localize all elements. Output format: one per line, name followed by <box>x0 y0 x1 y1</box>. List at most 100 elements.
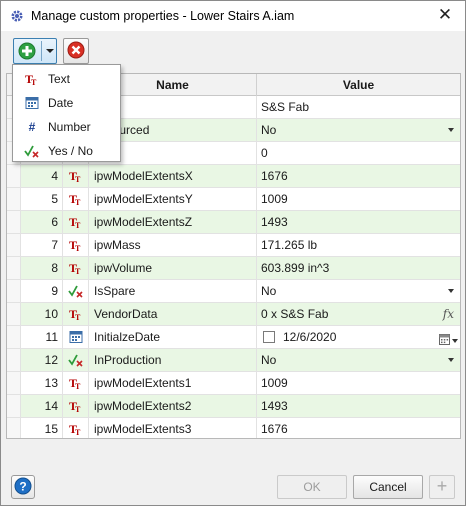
property-name[interactable]: VendorData <box>89 303 257 325</box>
property-name[interactable]: ipwModelExtents1 <box>89 372 257 394</box>
row-selector[interactable] <box>7 303 21 325</box>
cancel-button[interactable]: Cancel <box>353 475 423 499</box>
row-number: 11 <box>21 326 63 348</box>
property-name[interactable]: ipwModelExtents2 <box>89 395 257 417</box>
property-name[interactable]: InProduction <box>89 349 257 371</box>
menu-item-label: Number <box>48 120 91 134</box>
property-name[interactable]: ipwModelExtentsX <box>89 165 257 187</box>
row-selector[interactable] <box>7 280 21 302</box>
property-name[interactable]: ipwMass <box>89 234 257 256</box>
table-row[interactable]: 8 T TipwVolume 603.899 in^3 <box>7 257 460 280</box>
split-divider <box>41 41 42 61</box>
table-row[interactable]: 6 T TipwModelExtentsZ 1493 <box>7 211 460 234</box>
row-selector[interactable] <box>7 165 21 187</box>
table-row[interactable]: 9 IsSpare No <box>7 280 460 303</box>
table-row[interactable]: 7 T TipwMass 171.265 lb <box>7 234 460 257</box>
property-value-cell[interactable]: 1493 <box>257 395 460 417</box>
add-property-button[interactable] <box>13 38 57 64</box>
dialog-window: Manage custom properties - Lower Stairs … <box>0 0 466 506</box>
row-selector[interactable] <box>7 326 21 348</box>
property-value-cell[interactable]: 1009 <box>257 188 460 210</box>
property-value-cell[interactable]: 1676 <box>257 418 460 438</box>
delete-red-circle-icon <box>67 41 85 62</box>
svg-text:T: T <box>31 78 37 86</box>
menu-item-text[interactable]: TT Text <box>14 67 119 91</box>
number-type-icon: # <box>28 120 36 134</box>
chevron-down-icon[interactable] <box>448 358 454 362</box>
property-name[interactable]: ipwModelExtents3 <box>89 418 257 438</box>
chevron-down-icon[interactable] <box>46 49 54 53</box>
property-value: No <box>261 284 277 298</box>
date-enable-checkbox[interactable] <box>263 331 275 343</box>
property-value: No <box>261 353 277 367</box>
menu-item-date[interactable]: Date <box>14 91 119 115</box>
property-value-cell[interactable]: 1009 <box>257 372 460 394</box>
svg-text:T: T <box>75 221 81 229</box>
property-value-cell[interactable]: S&S Fab <box>257 96 460 118</box>
chevron-down-icon[interactable] <box>448 128 454 132</box>
property-value-cell[interactable]: 0 <box>257 142 460 164</box>
property-name[interactable]: IsSpare <box>89 280 257 302</box>
property-value-cell[interactable]: No <box>257 280 460 302</box>
row-selector[interactable] <box>7 257 21 279</box>
row-number: 9 <box>21 280 63 302</box>
title-bar: Manage custom properties - Lower Stairs … <box>1 1 465 31</box>
text-type-icon: TT <box>63 165 89 187</box>
row-selector[interactable] <box>7 188 21 210</box>
delete-property-button[interactable] <box>63 38 89 64</box>
svg-text:T: T <box>75 382 81 390</box>
table-row[interactable]: 14 T TipwModelExtents2 1493 <box>7 395 460 418</box>
row-number: 15 <box>21 418 63 438</box>
property-value: 1493 <box>261 215 288 229</box>
date-value: 12/6/2020 <box>283 330 337 344</box>
menu-item-yes-no[interactable]: Yes / No <box>14 139 119 163</box>
property-name[interactable]: ipwModelExtentsZ <box>89 211 257 233</box>
table-row[interactable]: 15 T TipwModelExtents3 1676 <box>7 418 460 438</box>
expand-plus-button[interactable]: + <box>429 475 455 499</box>
property-value-cell[interactable]: 1676 <box>257 165 460 187</box>
row-selector[interactable] <box>7 234 21 256</box>
row-selector[interactable] <box>7 395 21 417</box>
menu-item-label: Text <box>48 72 71 86</box>
calendar-dropdown-button[interactable] <box>439 330 458 348</box>
date-type-icon <box>63 326 89 348</box>
row-selector[interactable] <box>7 349 21 371</box>
row-number: 7 <box>21 234 63 256</box>
table-row[interactable]: 10 T T VendorData 0 x S&S Fab fx <box>7 303 460 326</box>
table-row[interactable]: 12 InProduction No <box>7 349 460 372</box>
row-selector[interactable] <box>7 418 21 438</box>
row-selector[interactable] <box>7 372 21 394</box>
menu-item-label: Date <box>48 96 74 110</box>
property-name[interactable]: ipwVolume <box>89 257 257 279</box>
menu-item-number[interactable]: # Number <box>14 115 119 139</box>
table-row[interactable]: 13 T TipwModelExtents1 1009 <box>7 372 460 395</box>
property-value-cell[interactable]: No <box>257 349 460 371</box>
text-type-icon: TT <box>22 72 42 86</box>
property-value-cell[interactable]: No <box>257 119 460 141</box>
close-icon[interactable]: ✕ <box>435 5 455 25</box>
svg-text:T: T <box>75 244 81 252</box>
property-value-cell[interactable]: 603.899 in^3 <box>257 257 460 279</box>
property-value-cell[interactable]: 0 x S&S Fab fx <box>257 303 460 325</box>
row-number: 13 <box>21 372 63 394</box>
property-value-cell[interactable]: 171.265 lb <box>257 234 460 256</box>
value-column-header[interactable]: Value <box>257 74 460 96</box>
table-row[interactable]: 4 T TipwModelExtentsX 1676 <box>7 165 460 188</box>
formula-icon[interactable]: fx <box>443 303 454 325</box>
property-value-cell[interactable]: 12/6/2020 <box>257 326 460 348</box>
property-name[interactable]: InitialzeDate <box>89 326 257 348</box>
yes-no-type-icon <box>63 349 89 371</box>
property-name[interactable]: ipwModelExtentsY <box>89 188 257 210</box>
property-value-cell[interactable]: 1493 <box>257 211 460 233</box>
property-value: 1009 <box>261 376 288 390</box>
text-type-icon: TT <box>63 257 89 279</box>
ok-button[interactable]: OK <box>277 475 347 499</box>
calendar-icon <box>439 330 450 348</box>
row-selector[interactable] <box>7 211 21 233</box>
row-number: 6 <box>21 211 63 233</box>
chevron-down-icon[interactable] <box>448 289 454 293</box>
row-number: 5 <box>21 188 63 210</box>
table-row[interactable]: 11 InitialzeDate 12/6/2020 <box>7 326 460 349</box>
help-button[interactable]: ? <box>11 475 35 499</box>
table-row[interactable]: 5 T TipwModelExtentsY 1009 <box>7 188 460 211</box>
